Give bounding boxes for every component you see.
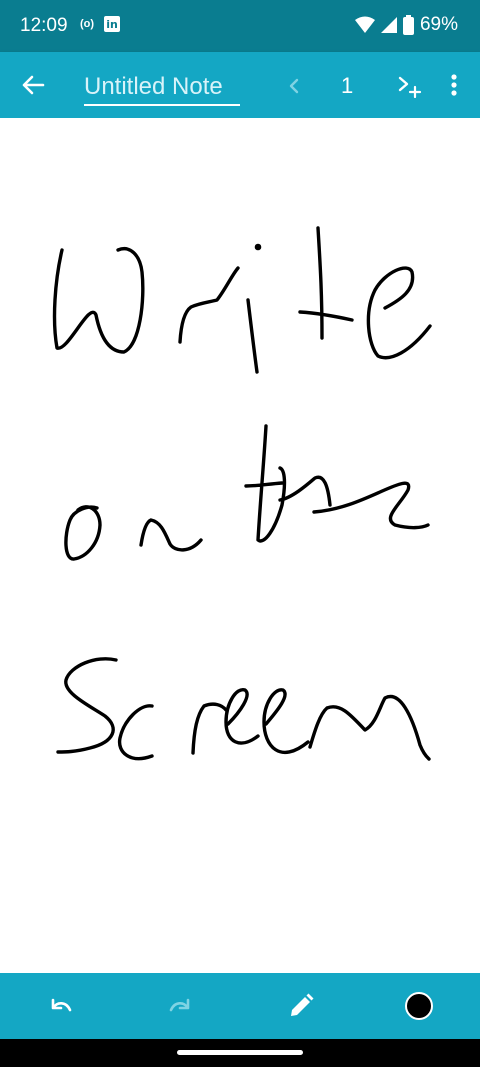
color-swatch-icon[interactable] (404, 991, 434, 1021)
note-title-input[interactable] (84, 70, 240, 106)
stroke-w (52, 247, 145, 354)
stroke-t2 (244, 424, 287, 543)
battery-icon (402, 15, 414, 35)
stroke-n1 (139, 518, 203, 552)
stroke-e4 (262, 688, 310, 755)
handwriting-strokes (52, 226, 432, 761)
stroke-r2 (191, 702, 228, 755)
back-arrow-icon[interactable] (18, 70, 48, 100)
chevron-left-icon[interactable] (284, 74, 304, 98)
add-page-icon[interactable] (396, 72, 422, 98)
wifi-icon (354, 16, 375, 33)
stroke-r (178, 266, 240, 344)
system-nav-bar (0, 1039, 480, 1067)
status-time: 12:09 (20, 15, 68, 36)
status-system-icons: 69% (354, 14, 458, 36)
undo-icon[interactable] (45, 991, 75, 1021)
stroke-e3 (224, 688, 260, 745)
stroke-t (298, 226, 354, 340)
bottom-toolbar (0, 973, 480, 1039)
pen-icon[interactable] (286, 991, 316, 1021)
battery-percent: 69% (419, 14, 458, 35)
app-bar: 1 (0, 52, 480, 118)
stroke-i (246, 298, 259, 374)
drawing-canvas[interactable] (0, 118, 480, 973)
more-vert-icon[interactable] (444, 72, 464, 98)
page-number[interactable]: 1 (341, 73, 353, 99)
home-gesture-handle[interactable] (177, 1050, 303, 1055)
stroke-o (64, 505, 102, 561)
stroke-s (56, 657, 118, 754)
linkedin-icon: in (104, 16, 121, 32)
status-bar: 12:09 (o) in 69% (0, 0, 480, 52)
redo-icon[interactable] (166, 991, 196, 1021)
stroke-h (278, 475, 332, 507)
stroke-n2 (308, 694, 431, 761)
stroke-c (117, 704, 154, 761)
status-notification-icons: (o) in (80, 16, 121, 32)
cell-signal-icon (380, 17, 397, 33)
hotspot-icon: (o) (80, 18, 95, 30)
stroke-i-dot (254, 243, 262, 251)
stroke-e (366, 266, 432, 360)
